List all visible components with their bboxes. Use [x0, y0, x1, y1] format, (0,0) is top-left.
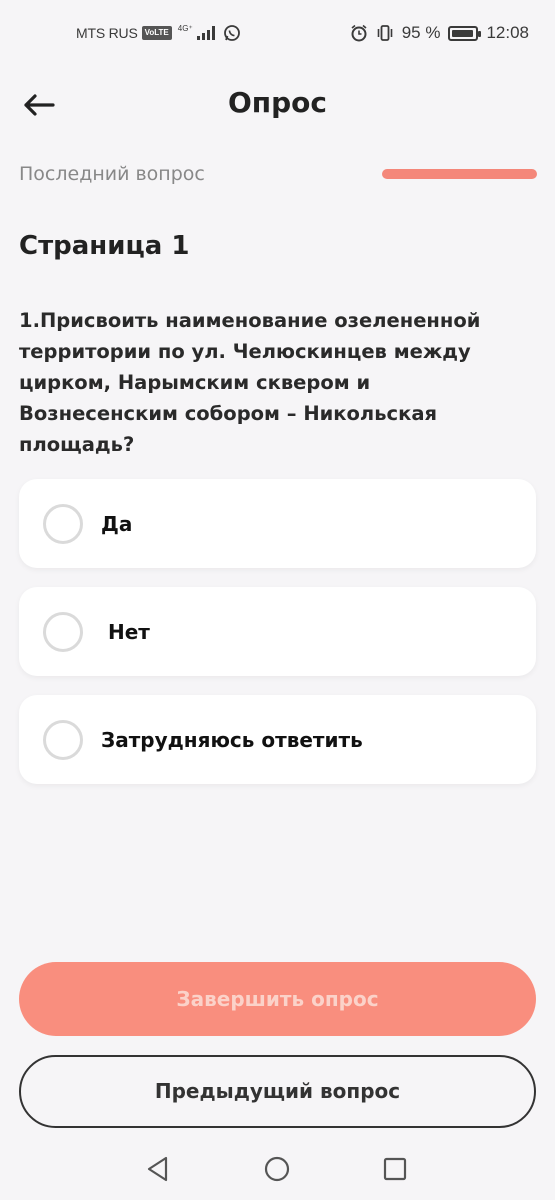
option-label: Затрудняюсь ответить — [101, 727, 363, 752]
radio-button[interactable] — [43, 503, 83, 544]
page-title: Опрос — [227, 86, 328, 119]
section-title: Страница 1 — [19, 231, 190, 261]
system-nav-bar — [0, 1140, 555, 1200]
progress-bar — [382, 169, 537, 179]
battery-icon — [448, 25, 482, 41]
radio-button[interactable] — [43, 719, 83, 760]
option-undecided[interactable]: Затрудняюсь ответить — [19, 695, 536, 784]
vibrate-icon — [377, 25, 393, 41]
finish-survey-button[interactable]: Завершить опрос — [19, 962, 536, 1036]
status-bar: MTS RUS VoLTE 4G⁺ 95 % 12:08 — [0, 0, 555, 68]
back-triangle-icon[interactable] — [143, 1154, 173, 1184]
recents-square-icon[interactable] — [380, 1154, 410, 1184]
option-no[interactable]: Нет — [19, 587, 536, 676]
network-type: 4G⁺ — [177, 23, 193, 33]
whatsapp-icon — [223, 25, 240, 41]
option-yes[interactable]: Да — [19, 479, 536, 568]
status-right: 95 % 12:08 — [350, 23, 529, 43]
battery-percent: 95 % — [401, 23, 441, 42]
carrier-label: MTS RUS — [76, 25, 138, 41]
option-label: Да — [101, 511, 133, 536]
status-left: MTS RUS VoLTE 4G⁺ — [76, 24, 241, 42]
signal-icon — [196, 26, 215, 40]
home-circle-icon[interactable] — [262, 1154, 292, 1184]
clock: 12:08 — [486, 23, 529, 42]
previous-question-button[interactable]: Предыдущий вопрос — [19, 1055, 536, 1128]
alarm-icon — [351, 24, 367, 42]
radio-button[interactable] — [43, 611, 83, 652]
progress-label: Последний вопрос — [19, 163, 205, 185]
question-text: 1.Присвоить наименование озелененной тер… — [19, 309, 481, 456]
volte-badge: VoLTE — [141, 26, 172, 40]
option-label: Нет — [101, 619, 150, 644]
